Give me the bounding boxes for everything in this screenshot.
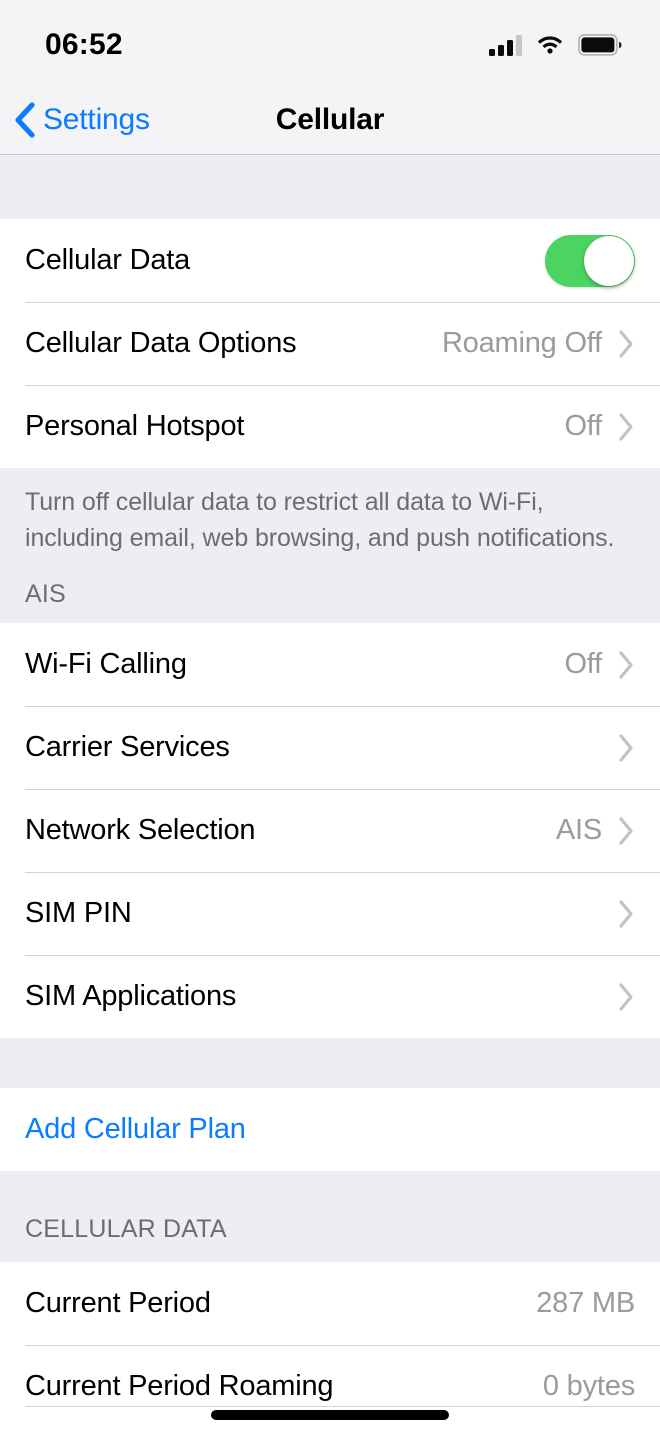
row-label: Cellular Data Options bbox=[25, 327, 297, 359]
cellular-data-group: Cellular Data Cellular Data Options Roam… bbox=[0, 219, 660, 468]
status-bar-icons bbox=[489, 30, 622, 56]
row-label: SIM PIN bbox=[25, 897, 132, 929]
row-value: AIS bbox=[555, 814, 602, 846]
navigation-bar: Settings Cellular bbox=[0, 86, 660, 155]
row-current-period: Current Period 287 MB bbox=[0, 1262, 660, 1345]
row-cellular-data[interactable]: Cellular Data bbox=[0, 219, 660, 302]
row-label: Carrier Services bbox=[25, 731, 230, 763]
status-bar: 06:52 bbox=[0, 0, 660, 86]
chevron-right-icon bbox=[618, 412, 635, 442]
row-label: Current Period bbox=[25, 1287, 211, 1319]
add-cellular-plan-label: Add Cellular Plan bbox=[25, 1113, 246, 1145]
wifi-icon bbox=[535, 34, 565, 56]
row-value: Off bbox=[564, 648, 602, 680]
home-indicator-separator bbox=[25, 1406, 660, 1407]
row-personal-hotspot[interactable]: Personal Hotspot Off bbox=[0, 385, 660, 468]
row-wifi-calling[interactable]: Wi-Fi Calling Off bbox=[0, 623, 660, 706]
row-add-cellular-plan[interactable]: Add Cellular Plan bbox=[0, 1088, 660, 1171]
cellular-settings-screen: 06:52 Settings Cellular Cellular Data Ce… bbox=[0, 0, 660, 1429]
row-value: Off bbox=[564, 410, 602, 442]
spacer-before-add-plan bbox=[0, 1038, 660, 1088]
chevron-right-icon bbox=[618, 816, 635, 846]
cellular-data-toggle[interactable] bbox=[545, 234, 635, 287]
row-label: Cellular Data bbox=[25, 244, 191, 276]
toggle-knob bbox=[584, 235, 634, 286]
row-label: Network Selection bbox=[25, 814, 256, 846]
page-title: Cellular bbox=[275, 103, 385, 136]
row-cellular-data-options[interactable]: Cellular Data Options Roaming Off bbox=[0, 302, 660, 385]
section-header-carrier: AIS bbox=[0, 556, 660, 623]
chevron-right-icon bbox=[618, 899, 635, 929]
add-plan-group: Add Cellular Plan bbox=[0, 1088, 660, 1171]
cellular-data-footer-note: Turn off cellular data to restrict all d… bbox=[0, 468, 660, 556]
row-label: Personal Hotspot bbox=[25, 410, 245, 442]
row-sim-applications[interactable]: SIM Applications bbox=[0, 955, 660, 1038]
section-header-cellular-data: CELLULAR DATA bbox=[0, 1171, 660, 1262]
home-indicator-bar[interactable] bbox=[211, 1410, 449, 1420]
row-value: Roaming Off bbox=[441, 327, 602, 359]
row-label: Current Period Roaming bbox=[25, 1370, 334, 1402]
row-carrier-services[interactable]: Carrier Services bbox=[0, 706, 660, 789]
chevron-right-icon bbox=[618, 733, 635, 763]
battery-icon bbox=[578, 34, 622, 56]
row-label: Wi-Fi Calling bbox=[25, 648, 187, 680]
row-network-selection[interactable]: Network Selection AIS bbox=[0, 789, 660, 872]
footer-note-text: Turn off cellular data to restrict all d… bbox=[25, 488, 615, 552]
chevron-right-icon bbox=[618, 982, 635, 1012]
home-indicator-area bbox=[0, 1406, 660, 1429]
chevron-right-icon bbox=[618, 329, 635, 359]
row-value: 287 MB bbox=[536, 1287, 635, 1319]
top-spacer bbox=[0, 155, 660, 219]
settings-list[interactable]: Cellular Data Cellular Data Options Roam… bbox=[0, 155, 660, 1429]
row-sim-pin[interactable]: SIM PIN bbox=[0, 872, 660, 955]
row-label: SIM Applications bbox=[25, 980, 237, 1012]
chevron-right-icon bbox=[618, 650, 635, 680]
status-bar-time: 06:52 bbox=[45, 28, 123, 61]
carrier-group: Wi-Fi Calling Off Carrier Services Netwo… bbox=[0, 623, 660, 1038]
row-value: 0 bytes bbox=[542, 1370, 635, 1402]
cellular-data-usage-group: Current Period 287 MB Current Period Roa… bbox=[0, 1262, 660, 1428]
cellular-signal-icon bbox=[489, 34, 522, 56]
